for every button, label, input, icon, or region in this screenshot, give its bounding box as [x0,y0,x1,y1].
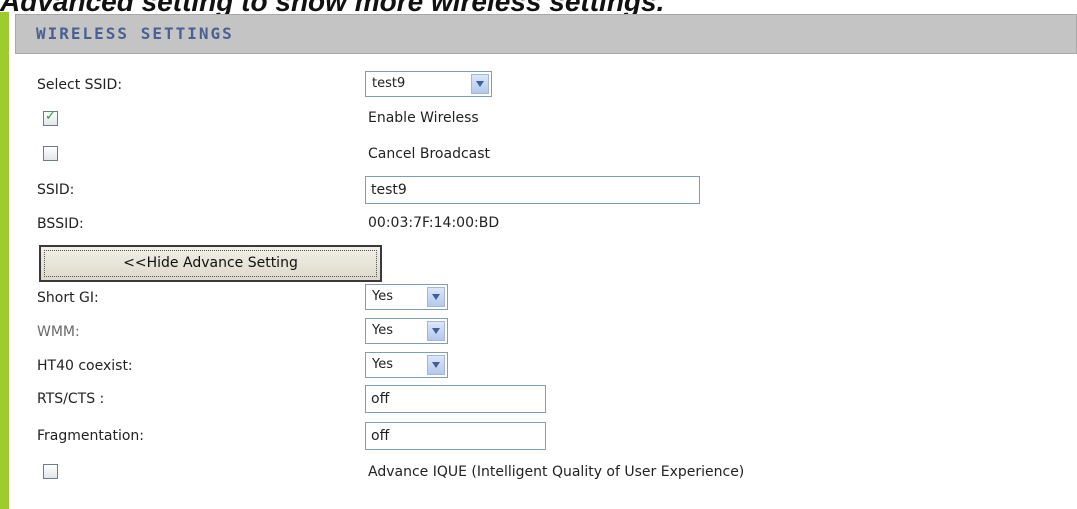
select-ssid-value: test9 [372,76,406,91]
ht40-coexist-dropdown[interactable]: Yes [365,352,448,378]
chevron-down-icon [427,321,445,341]
bssid-value: 00:03:7F:14:00:BD [368,215,500,231]
ht40-coexist-label: HT40 coexist: [37,358,133,374]
advance-ique-label: Advance IQUE (Intelligent Quality of Use… [368,464,745,480]
chevron-down-icon [427,287,445,307]
wireless-settings-panel: WIRELESS SETTINGS Select SSID: test9 ✓ E… [0,12,1077,509]
enable-wireless-label: Enable Wireless [368,110,479,126]
chevron-down-icon [427,355,445,375]
rts-cts-label: RTS/CTS : [37,391,105,407]
short-gi-label: Short GI: [37,290,99,306]
bssid-label: BSSID: [37,216,84,232]
enable-wireless-checkbox[interactable]: ✓ [43,109,58,126]
section-title: WIRELESS SETTINGS [36,24,234,43]
select-ssid-dropdown[interactable]: test9 [365,71,492,97]
chevron-down-icon [471,74,489,94]
fragmentation-input[interactable] [365,422,546,450]
select-ssid-label: Select SSID: [37,77,123,93]
wmm-dropdown[interactable]: Yes [365,318,448,344]
wmm-value: Yes [372,323,393,338]
advance-ique-checkbox[interactable] [43,464,58,479]
short-gi-value: Yes [372,289,393,304]
cancel-broadcast-label: Cancel Broadcast [368,146,491,162]
wmm-label: WMM: [37,324,80,340]
checkmark-icon: ✓ [45,109,56,124]
ht40-coexist-value: Yes [372,357,393,372]
ssid-label: SSID: [37,182,75,198]
ssid-input[interactable] [365,176,700,204]
hide-advance-setting-button[interactable]: <<Hide Advance Setting [39,245,382,282]
section-header: WIRELESS SETTINGS [15,14,1077,54]
fragmentation-label: Fragmentation: [37,428,144,444]
short-gi-dropdown[interactable]: Yes [365,284,448,310]
cancel-broadcast-checkbox[interactable] [43,146,58,161]
rts-cts-input[interactable] [365,385,546,413]
